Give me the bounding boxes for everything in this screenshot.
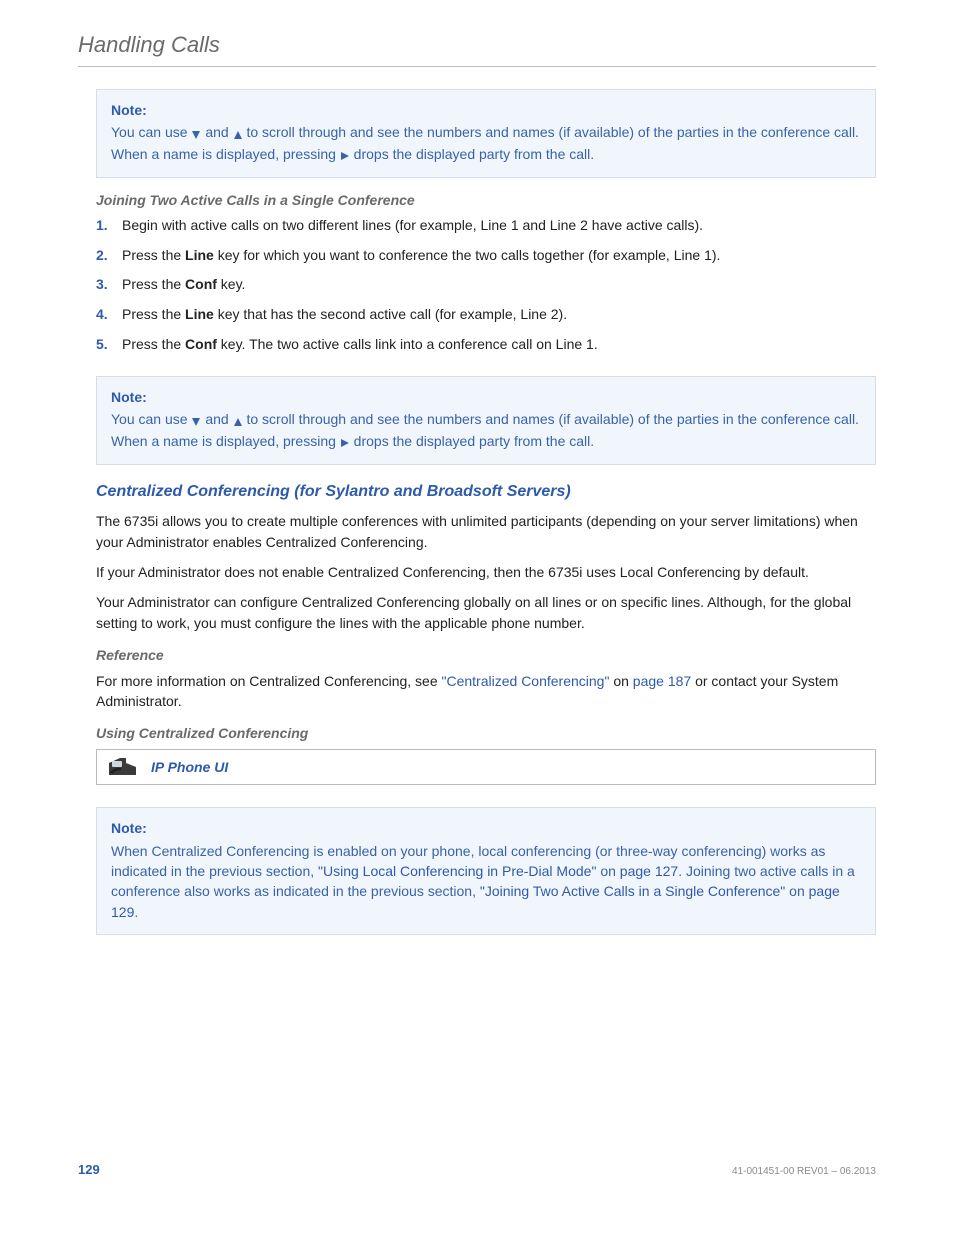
reference-link-centralized[interactable]: "Centralized Conferencing" bbox=[442, 673, 610, 689]
doc-id: 41-001451-00 REV01 – 06.2013 bbox=[732, 1166, 876, 1177]
step-text: Press the Line key that has the second a… bbox=[122, 305, 567, 325]
note-box-1: Note: You can use and to scroll through … bbox=[96, 89, 876, 178]
list-item: 4. Press the Line key that has the secon… bbox=[96, 305, 876, 325]
note-text: and bbox=[201, 411, 232, 427]
note-body: When Centralized Conferencing is enabled… bbox=[111, 841, 861, 922]
list-item: 2. Press the Line key for which you want… bbox=[96, 246, 876, 266]
ui-box-label: IP Phone UI bbox=[151, 759, 228, 775]
page-number: 129 bbox=[78, 1162, 100, 1177]
step-number: 4. bbox=[96, 305, 112, 325]
note-text: and bbox=[201, 124, 232, 140]
note-text: You can use bbox=[111, 124, 191, 140]
footer: 129 41-001451-00 REV01 – 06.2013 bbox=[78, 1162, 876, 1177]
note-box-3: Note: When Centralized Conferencing is e… bbox=[96, 807, 876, 934]
list-item: 3. Press the Conf key. bbox=[96, 275, 876, 295]
paragraph: Your Administrator can configure Central… bbox=[96, 592, 876, 633]
step-number: 3. bbox=[96, 275, 112, 295]
step-text: Press the Line key for which you want to… bbox=[122, 246, 720, 266]
ref-text: For more information on Centralized Conf… bbox=[96, 673, 442, 689]
reference-heading: Reference bbox=[96, 647, 876, 663]
joining-steps: 1. Begin with active calls on two differ… bbox=[96, 216, 876, 354]
centralized-heading: Centralized Conferencing (for Sylantro a… bbox=[96, 483, 876, 501]
note-title: Note: bbox=[111, 818, 861, 838]
content: Note: You can use and to scroll through … bbox=[78, 89, 876, 935]
arrow-down-icon bbox=[191, 123, 201, 143]
arrow-right-icon bbox=[340, 145, 350, 165]
ui-box-ip-phone: IP Phone UI bbox=[96, 749, 876, 785]
arrow-up-icon bbox=[233, 123, 243, 143]
note-title: Note: bbox=[111, 387, 861, 407]
reference-paragraph: For more information on Centralized Conf… bbox=[96, 671, 876, 712]
page-header-title: Handling Calls bbox=[78, 32, 876, 66]
page: Handling Calls Note: You can use and to … bbox=[0, 0, 954, 1235]
paragraph: If your Administrator does not enable Ce… bbox=[96, 562, 876, 582]
joining-heading: Joining Two Active Calls in a Single Con… bbox=[96, 192, 876, 208]
note-body: You can use and to scroll through and se… bbox=[111, 409, 861, 452]
arrow-up-icon bbox=[233, 411, 243, 431]
list-item: 1. Begin with active calls on two differ… bbox=[96, 216, 876, 236]
note-body: You can use and to scroll through and se… bbox=[111, 122, 861, 165]
note-text: on bbox=[596, 863, 619, 879]
link-joining[interactable]: "Joining Two Active Calls in a Single Co… bbox=[480, 883, 785, 899]
note-text: You can use bbox=[111, 411, 191, 427]
step-text: Press the Conf key. bbox=[122, 275, 245, 295]
link-local-conf[interactable]: "Using Local Conferencing in Pre-Dial Mo… bbox=[318, 863, 596, 879]
note-title: Note: bbox=[111, 100, 861, 120]
header-rule bbox=[78, 66, 876, 67]
using-heading: Using Centralized Conferencing bbox=[96, 725, 876, 741]
reference-link-page187[interactable]: page 187 bbox=[633, 673, 691, 689]
arrow-down-icon bbox=[191, 411, 201, 431]
note-box-2: Note: You can use and to scroll through … bbox=[96, 376, 876, 465]
step-number: 5. bbox=[96, 335, 112, 355]
note-text: . bbox=[134, 904, 138, 920]
phone-icon bbox=[105, 754, 141, 780]
step-number: 1. bbox=[96, 216, 112, 236]
step-text: Begin with active calls on two different… bbox=[122, 216, 703, 236]
note-text: drops the displayed party from the call. bbox=[350, 146, 594, 162]
step-number: 2. bbox=[96, 246, 112, 266]
list-item: 5. Press the Conf key. The two active ca… bbox=[96, 335, 876, 355]
note-text: on bbox=[785, 883, 808, 899]
step-text: Press the Conf key. The two active calls… bbox=[122, 335, 598, 355]
note-text: drops the displayed party from the call. bbox=[350, 433, 594, 449]
ref-text: on bbox=[609, 673, 632, 689]
paragraph: The 6735i allows you to create multiple … bbox=[96, 511, 876, 552]
arrow-right-icon bbox=[340, 432, 350, 452]
link-page127[interactable]: page 127 bbox=[620, 863, 678, 879]
